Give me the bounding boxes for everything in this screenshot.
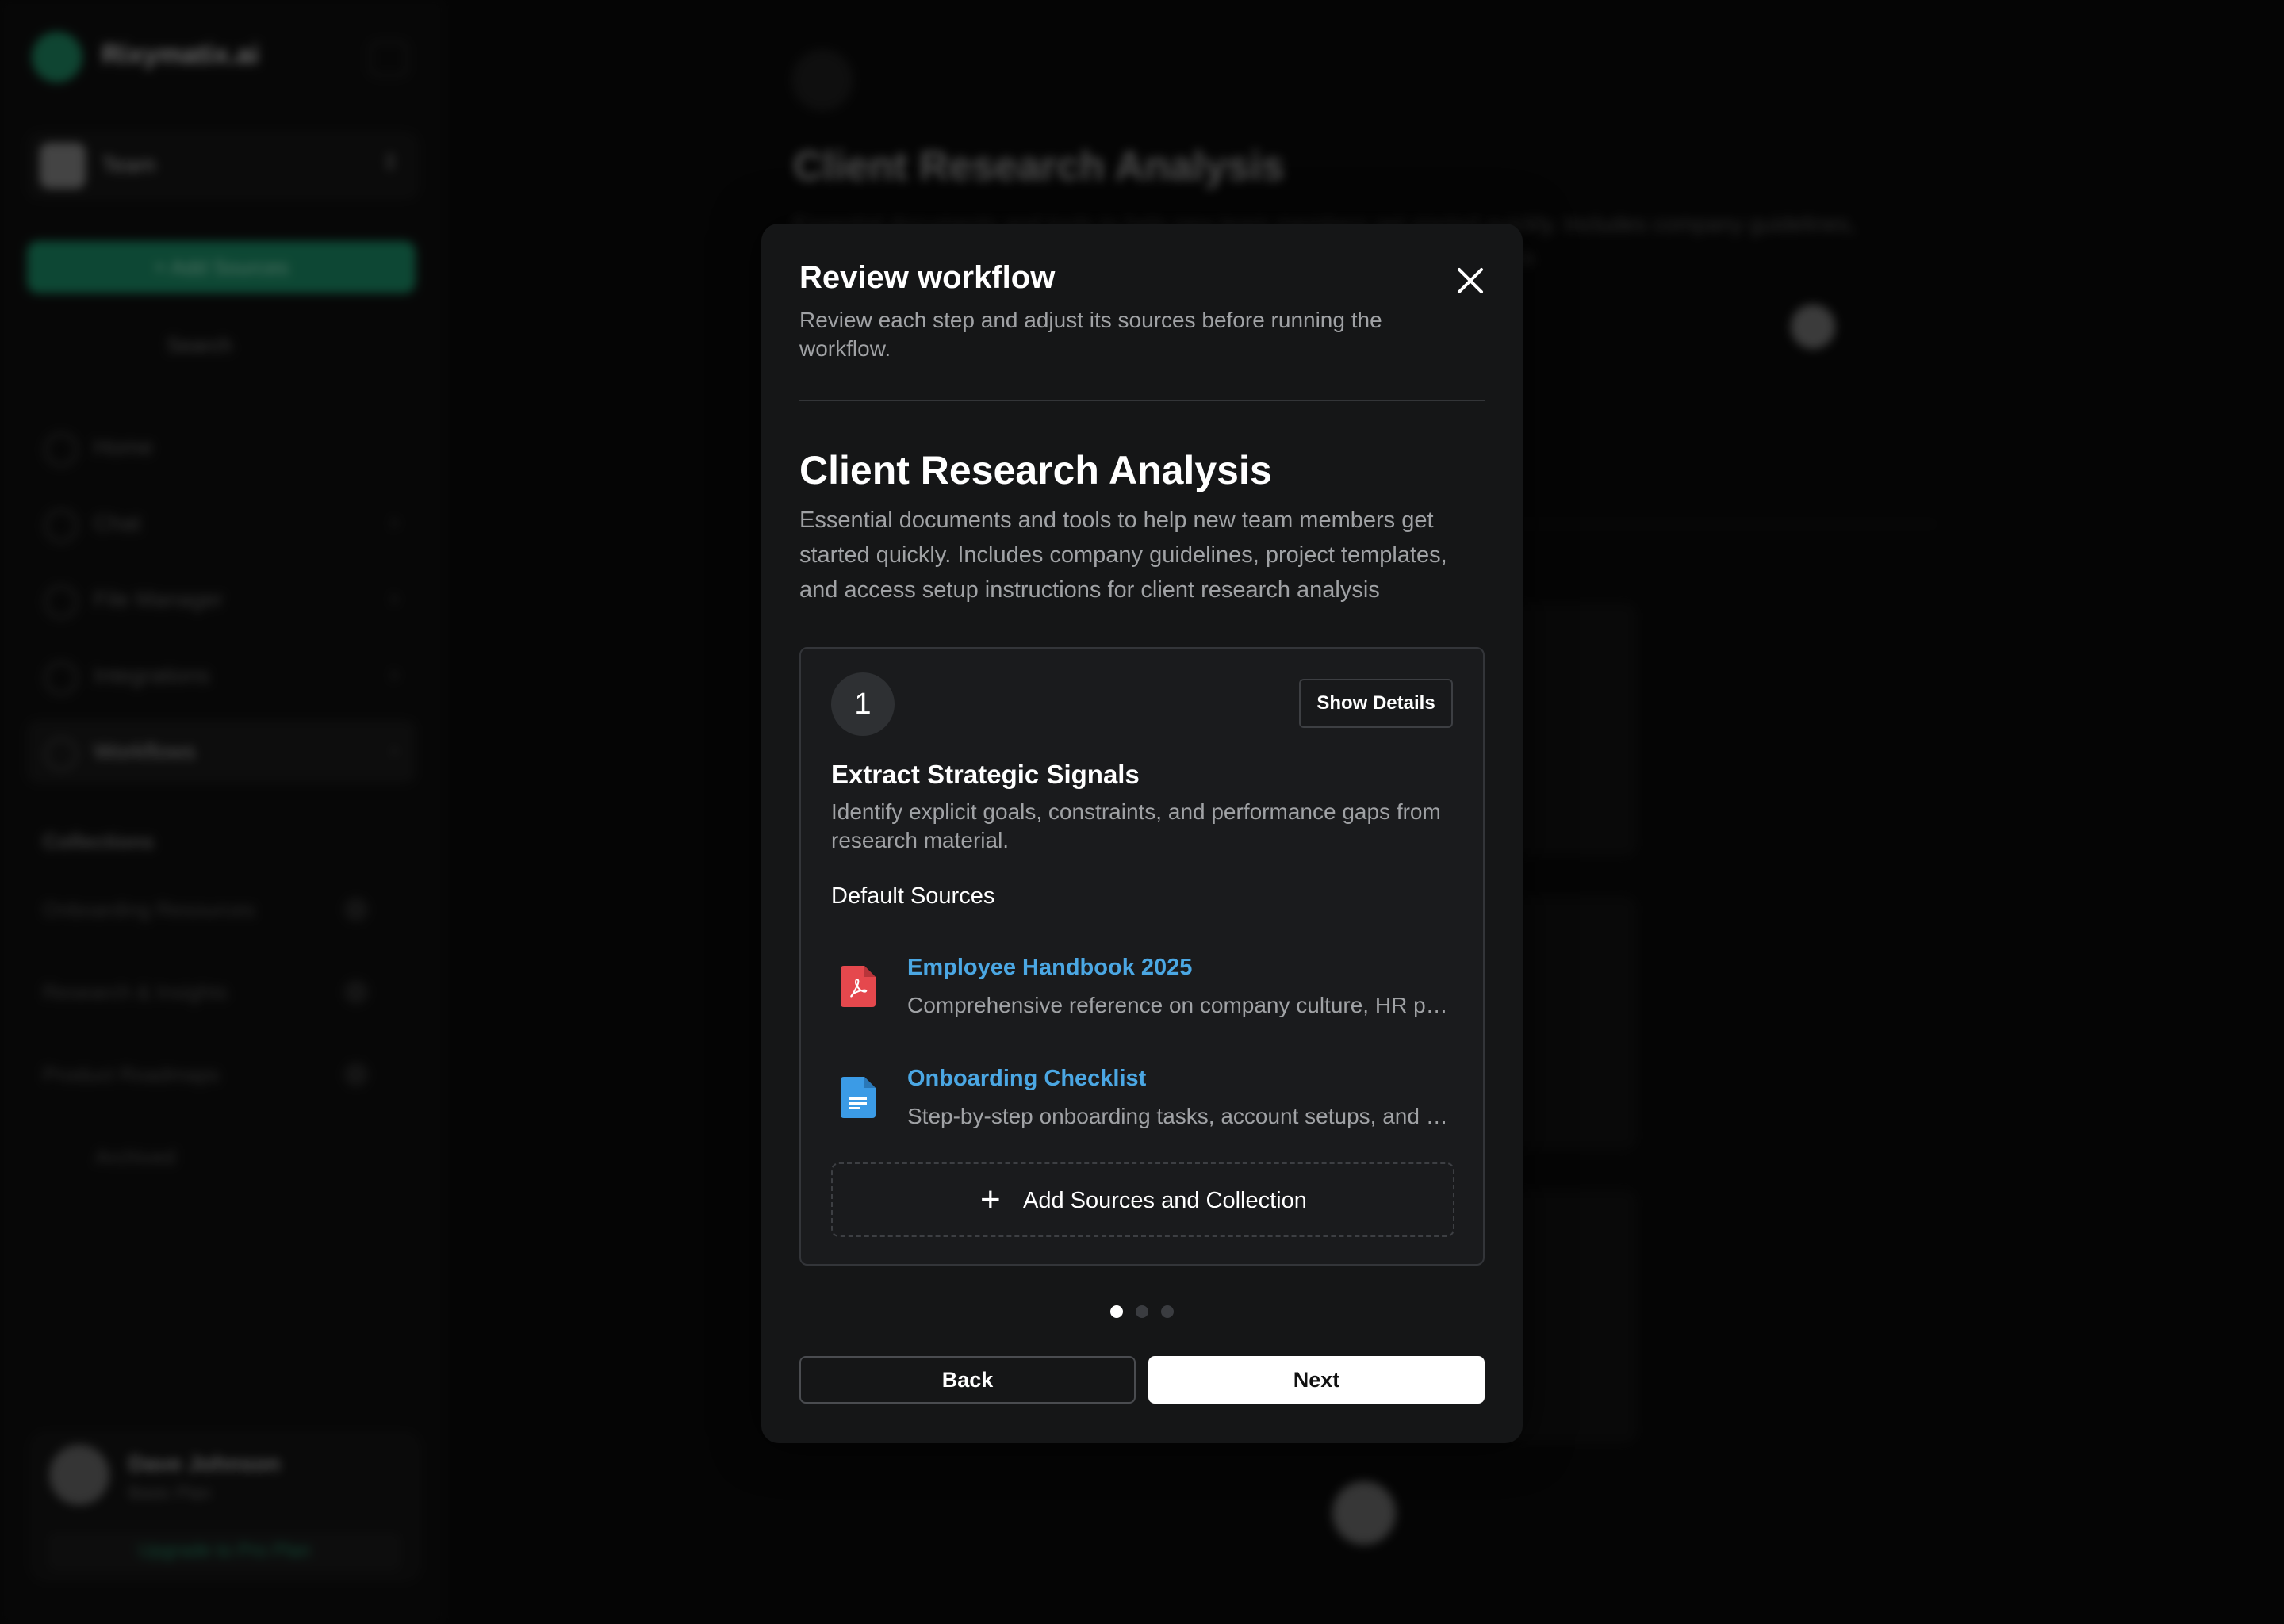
source-item[interactable]: Onboarding Checklist Step-by-step onboar… [831, 1056, 1458, 1143]
source-name[interactable]: Employee Handbook 2025 [907, 955, 1192, 981]
workflow-title: Client Research Analysis [799, 448, 1272, 492]
review-workflow-modal: Review workflow Review each step and adj… [761, 224, 1523, 1443]
pagination-dot[interactable] [1136, 1305, 1148, 1318]
source-name[interactable]: Onboarding Checklist [907, 1066, 1146, 1092]
modal-title: Review workflow [799, 260, 1056, 295]
source-item[interactable]: Employee Handbook 2025 Comprehensive ref… [831, 945, 1458, 1032]
step-card: 1 Show Details Extract Strategic Signals… [799, 647, 1485, 1266]
divider [799, 400, 1485, 401]
pdf-file-icon [841, 966, 876, 1007]
step-description: Identify explicit goals, constraints, an… [831, 799, 1441, 852]
doc-file-icon [841, 1077, 876, 1118]
add-sources-label: Add Sources and Collection [1023, 1188, 1307, 1213]
default-sources-heading: Default Sources [831, 883, 995, 909]
pagination-dot[interactable] [1161, 1305, 1174, 1318]
show-details-button[interactable]: Show Details [1299, 679, 1453, 728]
modal-subtitle: Review each step and adjust its sources … [799, 308, 1382, 361]
back-button[interactable]: Back [799, 1356, 1136, 1404]
step-title: Extract Strategic Signals [831, 760, 1140, 789]
pagination-dots [761, 1305, 1523, 1318]
source-description: Step-by-step onboarding tasks, account s… [907, 1104, 1454, 1128]
next-button[interactable]: Next [1148, 1356, 1485, 1404]
plus-icon: + [980, 1180, 1001, 1219]
close-icon[interactable] [1453, 263, 1488, 298]
step-number-badge: 1 [831, 672, 895, 736]
add-sources-button[interactable]: + Add Sources and Collection [831, 1162, 1454, 1237]
pagination-dot-active[interactable] [1110, 1305, 1123, 1318]
source-description: Comprehensive reference on company cultu… [907, 993, 1454, 1017]
workflow-description: Essential documents and tools to help ne… [799, 508, 1447, 603]
